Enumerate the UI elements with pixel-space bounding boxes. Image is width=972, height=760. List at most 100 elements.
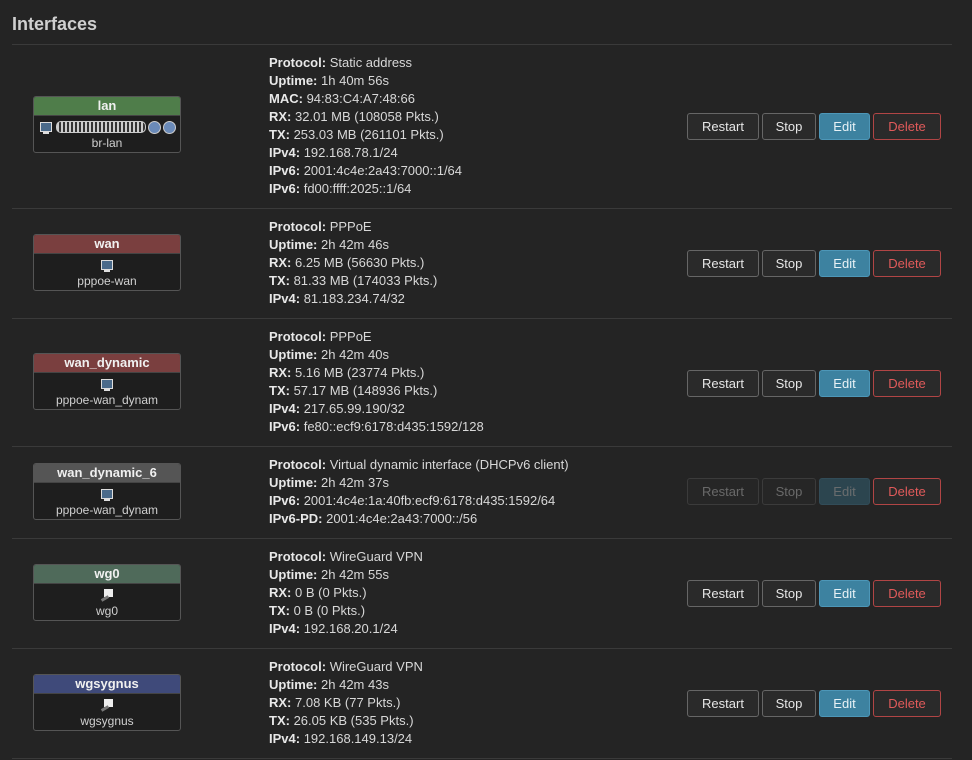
detail-value: 217.65.99.190/32 [303, 401, 405, 416]
delete-button[interactable]: Delete [873, 690, 941, 717]
interface-name: lan [34, 97, 180, 116]
detail-value: 253.03 MB (261101 Pkts.) [293, 127, 444, 142]
detail-line: Uptime: 2h 42m 46s [269, 236, 437, 254]
interface-name: wgsygnus [34, 675, 180, 694]
bridge-ports-icon [55, 121, 146, 133]
interface-device: pppoe-wan_dynam [55, 503, 159, 517]
detail-line: IPv4: 192.168.149.13/24 [269, 730, 423, 748]
detail-label: TX: [269, 603, 290, 618]
interface-badge: wg0 wg0 [33, 564, 181, 621]
restart-button[interactable]: Restart [687, 690, 759, 717]
stop-button[interactable]: Stop [762, 250, 816, 277]
detail-value: 57.17 MB (148936 Pkts.) [293, 383, 438, 398]
detail-line: TX: 26.05 KB (535 Pkts.) [269, 712, 423, 730]
interface-name: wan_dynamic_6 [34, 464, 180, 483]
interface-details: Protocol: Virtual dynamic interface (DHC… [269, 456, 569, 528]
interface-name: wan [34, 235, 180, 254]
interface-icons [34, 696, 180, 714]
detail-label: IPv6: [269, 419, 301, 434]
interface-name: wan_dynamic [34, 354, 180, 373]
detail-value: 5.16 MB (23774 Pkts.) [295, 365, 425, 380]
interface-icons [34, 485, 180, 503]
detail-label: TX: [269, 713, 290, 728]
detail-value: 192.168.20.1/24 [303, 621, 398, 636]
interface-device: pppoe-wan_dynam [55, 393, 159, 407]
edit-button[interactable]: Edit [819, 690, 870, 717]
delete-button[interactable]: Delete [873, 370, 941, 397]
interface-row: wg0 wg0 Protocol: WireGuard VPN Uptime: 2… [12, 539, 952, 649]
interface-details: Protocol: PPPoE Uptime: 2h 42m 40s RX: 5.1… [269, 328, 484, 436]
detail-value: WireGuard VPN [329, 549, 423, 564]
restart-button[interactable]: Restart [687, 370, 759, 397]
detail-label: RX: [269, 255, 292, 270]
wireless-icon [162, 120, 176, 134]
delete-button[interactable]: Delete [873, 250, 941, 277]
detail-value: 2001:4c4e:1a:40fb:ecf9:6178:d435:1592/64 [303, 493, 556, 508]
detail-value: Virtual dynamic interface (DHCPv6 client… [329, 457, 569, 472]
detail-label: IPv4: [269, 621, 301, 636]
interface-badge: wgsygnus wgsygnus [33, 674, 181, 731]
interface-device: br-lan [91, 136, 123, 150]
delete-button[interactable]: Delete [873, 580, 941, 607]
restart-button[interactable]: Restart [687, 580, 759, 607]
detail-value: 7.08 KB (77 Pkts.) [295, 695, 401, 710]
detail-value: 81.183.234.74/32 [303, 291, 405, 306]
detail-label: Uptime: [269, 347, 318, 362]
detail-value: 192.168.149.13/24 [303, 731, 413, 746]
stop-button[interactable]: Stop [762, 690, 816, 717]
detail-label: TX: [269, 127, 290, 142]
stop-button[interactable]: Stop [762, 113, 816, 140]
delete-button[interactable]: Delete [873, 113, 941, 140]
detail-line: MAC: 94:83:C4:A7:48:66 [269, 90, 462, 108]
detail-value: fe80::ecf9:6178:d435:1592/128 [303, 419, 484, 434]
detail-line: Uptime: 2h 42m 55s [269, 566, 423, 584]
detail-value: 2h 42m 46s [321, 237, 389, 252]
detail-line: RX: 5.16 MB (23774 Pkts.) [269, 364, 484, 382]
detail-line: IPv4: 192.168.20.1/24 [269, 620, 423, 638]
restart-button[interactable]: Restart [687, 250, 759, 277]
interface-row: wan_dynamic pppoe-wan_dynam Protocol: PP… [12, 319, 952, 447]
detail-value: fd00:ffff:2025::1/64 [303, 181, 412, 196]
edit-button[interactable]: Edit [819, 113, 870, 140]
detail-label: Uptime: [269, 237, 318, 252]
detail-line: RX: 6.25 MB (56630 Pkts.) [269, 254, 437, 272]
detail-label: Uptime: [269, 475, 318, 490]
detail-line: Uptime: 1h 40m 56s [269, 72, 462, 90]
detail-line: TX: 57.17 MB (148936 Pkts.) [269, 382, 484, 400]
detail-line: IPv4: 81.183.234.74/32 [269, 290, 437, 308]
detail-label: TX: [269, 383, 290, 398]
detail-label: MAC: [269, 91, 303, 106]
network-icon [100, 488, 115, 501]
detail-label: IPv4: [269, 145, 301, 160]
detail-label: Protocol: [269, 219, 327, 234]
interface-details: Protocol: PPPoE Uptime: 2h 42m 46s RX: 6.2… [269, 218, 437, 308]
edit-button[interactable]: Edit [819, 370, 870, 397]
detail-line: IPv6: 2001:4c4e:1a:40fb:ecf9:6178:d435:1… [269, 492, 569, 510]
detail-label: IPv6-PD: [269, 511, 323, 526]
edit-button: Edit [819, 478, 870, 505]
edit-button[interactable]: Edit [819, 580, 870, 607]
interface-actions: Restart Stop Edit Delete [687, 580, 944, 607]
interfaces-table: lan br-lan Protocol: Static address Uptim… [12, 45, 952, 759]
detail-value: 1h 40m 56s [321, 73, 389, 88]
detail-label: RX: [269, 365, 292, 380]
detail-label: Protocol: [269, 329, 327, 344]
interface-device: wg0 [95, 604, 118, 618]
detail-line: Uptime: 2h 42m 37s [269, 474, 569, 492]
interface-details: Protocol: WireGuard VPN Uptime: 2h 42m 43… [269, 658, 423, 748]
interface-actions: Restart Stop Edit Delete [687, 478, 944, 505]
stop-button[interactable]: Stop [762, 370, 816, 397]
interface-row: wan pppoe-wan Protocol: PPPoE Uptime: 2h … [12, 209, 952, 319]
detail-label: IPv4: [269, 291, 301, 306]
interface-badge: wan_dynamic_6 pppoe-wan_dynam [33, 463, 181, 520]
detail-label: RX: [269, 585, 292, 600]
detail-line: IPv6: fd00:ffff:2025::1/64 [269, 180, 462, 198]
stop-button[interactable]: Stop [762, 580, 816, 607]
detail-line: TX: 0 B (0 Pkts.) [269, 602, 423, 620]
detail-line: Protocol: WireGuard VPN [269, 658, 423, 676]
delete-button[interactable]: Delete [873, 478, 941, 505]
edit-button[interactable]: Edit [819, 250, 870, 277]
restart-button[interactable]: Restart [687, 113, 759, 140]
detail-value: PPPoE [329, 329, 372, 344]
interface-badge: wan pppoe-wan [33, 234, 181, 291]
